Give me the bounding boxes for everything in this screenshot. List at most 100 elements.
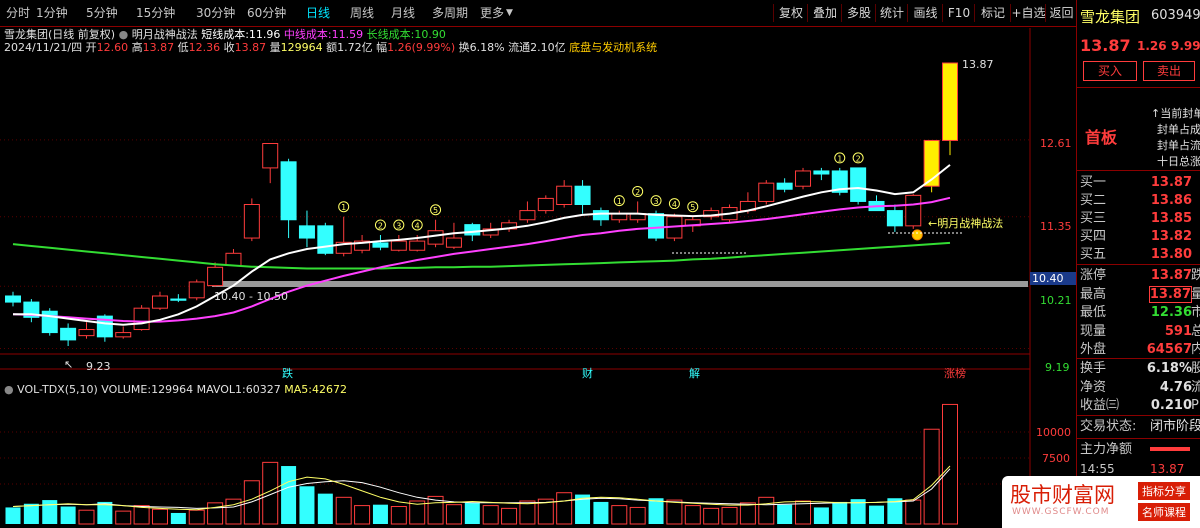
volume-bar[interactable] [869,505,885,524]
volume-bar[interactable] [317,493,333,524]
candle-body[interactable] [243,204,260,239]
period-tab-9[interactable]: 多周期 [432,4,468,22]
watermark-badge-1[interactable]: 指标分享 [1138,482,1190,500]
toolbar-button-2[interactable]: 多股 [841,4,876,22]
candle-body[interactable] [556,185,573,206]
period-tab-7[interactable]: 周线 [350,4,374,22]
toolbar-button-3[interactable]: 统计 [875,4,908,22]
period-tab-6[interactable]: 日线 [306,4,330,22]
candle-body[interactable] [445,237,462,248]
candle-body[interactable] [464,224,481,236]
bid-row[interactable]: 买三 13.85 [1080,209,1200,228]
toolbar-button-5[interactable]: F10 [942,4,975,22]
candle-body[interactable] [813,170,830,175]
volume-bar[interactable] [482,505,499,525]
more-chevron-down-icon[interactable]: ▼ [506,4,513,22]
candle-body[interactable] [886,210,903,227]
period-tab-5[interactable]: 60分钟 [247,4,286,22]
bid-row[interactable]: 买五 13.80 [1080,245,1200,264]
volume-bar[interactable] [133,505,150,525]
volume-bar[interactable] [923,428,940,525]
volume-bar[interactable] [501,507,518,525]
volume-bar[interactable] [299,486,315,524]
volume-bar[interactable] [390,506,407,525]
vol-title[interactable]: VOL-TDX(5,10) [17,383,98,396]
candle-body[interactable] [207,266,224,287]
period-tab-1[interactable]: 1分钟 [36,4,68,22]
kline-chart[interactable]: 1 2 3 4 5 1 2 3 4 5 1 2 [0,28,1076,528]
candle-body[interactable] [390,240,407,251]
candle-body[interactable] [795,170,812,187]
volume-bar[interactable] [464,502,480,524]
candle-body[interactable] [78,329,95,337]
volume-bar[interactable] [188,509,205,525]
candle-body[interactable] [151,295,168,309]
event-marker-zhangbang[interactable]: 涨榜 [944,367,966,380]
volume-bar[interactable] [556,492,573,525]
volume-bar[interactable] [721,506,738,525]
toolbar-button-7[interactable]: +自选 [1010,4,1046,22]
sell-button[interactable]: 卖出 [1143,61,1195,81]
volume-bar[interactable] [739,502,756,525]
main-flow-row[interactable]: 主力净额 [1080,440,1200,459]
volume-bar[interactable] [832,501,848,524]
toolbar-button-8[interactable]: 返回 [1045,4,1077,22]
event-marker-die[interactable]: 跌 [282,367,293,380]
candle-body[interactable] [41,310,58,334]
candle-body[interactable] [115,332,132,338]
period-tab-8[interactable]: 月线 [391,4,415,22]
volume-bar[interactable] [611,505,628,525]
candle-body[interactable] [519,210,536,221]
volume-bar[interactable] [60,506,76,524]
candle-body[interactable] [942,62,958,141]
volume-bar[interactable] [813,507,829,524]
candle-body[interactable] [648,213,665,239]
toolbar-button-6[interactable]: 标记 [974,4,1011,22]
volume-bar[interactable] [777,504,793,524]
period-tab-3[interactable]: 15分钟 [136,4,175,22]
event-marker-cai[interactable]: 财 [582,367,593,380]
candle-body[interactable] [776,182,793,190]
candle-body[interactable] [850,167,867,202]
volume-bar[interactable] [758,496,775,525]
volume-bar[interactable] [170,512,186,524]
volume-bar[interactable] [593,501,609,524]
candle-body[interactable] [372,242,389,248]
volume-bar[interactable] [684,505,701,525]
volume-bar[interactable] [42,500,58,524]
volume-bar[interactable] [281,466,297,524]
volume-bar[interactable] [115,510,132,525]
volume-bar[interactable] [703,507,720,525]
event-marker-jie[interactable]: 解 [689,367,700,380]
candle-body[interactable] [427,230,444,245]
volume-bar[interactable] [519,500,536,525]
period-tab-4[interactable]: 30分钟 [196,4,235,22]
volume-bar[interactable] [78,509,95,525]
volume-bar[interactable] [942,403,958,525]
volume-bar[interactable] [445,504,462,525]
volume-bar[interactable] [648,498,664,524]
volume-bar[interactable] [5,507,21,524]
toolbar-button-0[interactable]: 复权 [773,4,808,22]
candle-body[interactable] [170,298,187,301]
toolbar-button-1[interactable]: 叠加 [807,4,842,22]
bid-row[interactable]: 买一 13.87 [1080,173,1200,192]
candle-body[interactable] [574,185,591,206]
watermark-badge-2[interactable]: 名师课程 [1138,503,1190,521]
candle-body[interactable] [905,194,922,227]
volume-bar[interactable] [207,502,224,525]
candle-body[interactable] [537,197,554,212]
candle-body[interactable] [317,225,334,254]
volume-bar[interactable] [354,505,371,525]
volume-bar[interactable] [372,504,388,524]
period-tab-0[interactable]: 分时 [6,4,30,22]
toolbar-button-4[interactable]: 画线 [907,4,943,22]
volume-bar[interactable] [795,500,812,525]
buy-button[interactable]: 买入 [1083,61,1137,81]
candle-body[interactable] [280,161,297,221]
bid-row[interactable]: 买四 13.82 [1080,227,1200,246]
candle-body[interactable] [225,252,242,266]
candle-body[interactable] [592,210,609,221]
candle-body[interactable] [5,295,21,303]
candle-body[interactable] [409,240,426,251]
